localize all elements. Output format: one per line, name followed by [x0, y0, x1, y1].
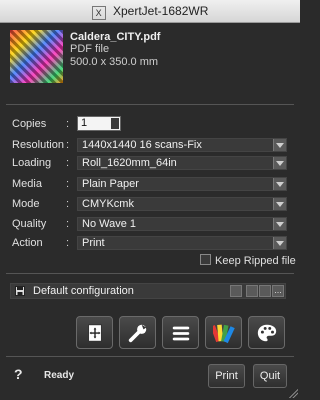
mode-select[interactable]: CMYKcmk [77, 197, 287, 211]
file-size: 500.0 x 350.0 mm [70, 56, 159, 68]
loading-value: Roll_1620mm_64in [82, 157, 177, 169]
checkbox-icon[interactable] [200, 254, 211, 265]
palette-button[interactable] [248, 316, 285, 349]
divider [6, 104, 294, 105]
chevron-down-icon[interactable] [273, 218, 286, 230]
layout-button[interactable] [76, 316, 113, 349]
print-button[interactable]: Print [208, 364, 245, 388]
copies-value[interactable]: 1 [81, 117, 87, 130]
action-label: Action [12, 237, 43, 249]
quality-label: Quality [12, 218, 47, 230]
keep-ripped-label: Keep Ripped file [215, 255, 296, 267]
resize-grip-icon[interactable] [288, 388, 298, 398]
colon: : [66, 157, 70, 169]
mode-value: CMYKcmk [82, 198, 134, 210]
x11-logo-icon: X [91, 6, 106, 20]
stepper-down-icon[interactable] [111, 123, 119, 129]
file-name: Caldera_CITY.pdf [70, 31, 161, 43]
quality-select[interactable]: No Wave 1 [77, 217, 287, 231]
media-select[interactable]: Plain Paper [77, 177, 287, 191]
loading-select[interactable]: Roll_1620mm_64in [77, 156, 287, 170]
configuration-value: Default configuration [33, 285, 134, 297]
loading-label: Loading [12, 157, 52, 169]
configuration-select[interactable]: Default configuration ... [10, 283, 286, 299]
settings-button[interactable] [119, 316, 156, 349]
chevron-down-icon[interactable] [273, 178, 286, 190]
divider [6, 356, 294, 357]
file-type: PDF file [70, 43, 110, 55]
title-bar[interactable]: X XpertJet-1682WR [0, 0, 300, 23]
quality-value: No Wave 1 [82, 218, 137, 230]
colon: : [66, 198, 70, 210]
chevron-down-icon[interactable] [230, 285, 242, 297]
resolution-label: Resolution [12, 139, 64, 151]
refresh-icon[interactable] [259, 285, 271, 297]
action-select[interactable]: Print [77, 236, 287, 250]
quit-button[interactable]: Quit [253, 364, 287, 388]
main-window: X XpertJet-1682WR Caldera_CITY.pdf PDF f… [0, 0, 300, 400]
resolution-value: 1440x1440 16 scans-Fix [82, 139, 202, 151]
list-button[interactable] [162, 316, 199, 349]
colon: : [66, 139, 70, 151]
resolution-select[interactable]: 1440x1440 16 scans-Fix [77, 138, 287, 152]
mode-label: Mode [12, 198, 40, 210]
action-value: Print [82, 237, 105, 249]
help-button[interactable]: ? [14, 366, 23, 382]
copies-label: Copies [12, 118, 47, 130]
file-thumbnail [10, 30, 63, 83]
media-value: Plain Paper [82, 178, 139, 190]
colon: : [66, 118, 70, 130]
copies-stepper[interactable]: 1 [77, 116, 121, 131]
save-icon [15, 286, 25, 296]
chevron-down-icon[interactable] [273, 237, 286, 249]
status-text: Ready [44, 370, 75, 381]
chevron-down-icon[interactable] [273, 139, 286, 151]
list-icon [172, 326, 189, 340]
colon: : [66, 178, 70, 190]
more-button[interactable]: ... [272, 285, 284, 297]
wrench-icon [128, 324, 146, 342]
layout-icon [87, 323, 102, 342]
color-swatch-button[interactable] [205, 316, 242, 349]
palette-icon [257, 324, 276, 341]
color-swatch-icon [212, 324, 235, 343]
colon: : [66, 218, 70, 230]
media-label: Media [12, 178, 42, 190]
chevron-down-icon[interactable] [273, 198, 286, 210]
window-title: XpertJet-1682WR [112, 4, 209, 18]
keep-ripped-checkbox[interactable]: Keep Ripped file [200, 254, 296, 267]
chevron-down-icon[interactable] [273, 157, 286, 169]
save-config-icon[interactable] [246, 285, 258, 297]
colon: : [66, 237, 70, 249]
divider [6, 273, 294, 274]
